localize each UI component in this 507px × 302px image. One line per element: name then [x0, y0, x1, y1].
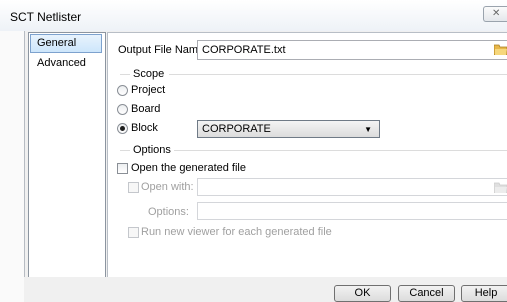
- options-divider-left: [120, 150, 130, 151]
- options-divider-right: [174, 150, 507, 151]
- scope-block-label[interactable]: Block: [131, 122, 158, 134]
- cancel-button[interactable]: Cancel: [398, 285, 455, 302]
- title-bar: SCT Netlister ✕: [0, 0, 507, 32]
- scope-board-label[interactable]: Board: [131, 103, 160, 115]
- scope-legend: Scope: [133, 68, 165, 80]
- output-file-input[interactable]: CORPORATE.txt: [197, 40, 507, 60]
- general-panel: Output File Name: CORPORATE.txt Scope Pr…: [107, 32, 507, 278]
- chevron-down-icon: ▼: [364, 125, 372, 134]
- open-with-label: Open with:: [141, 181, 194, 193]
- radio-selected-dot: [120, 126, 125, 131]
- open-with-input[interactable]: [197, 178, 507, 196]
- scope-project-radio[interactable]: [117, 85, 128, 96]
- settings-nav: General Advanced: [28, 32, 106, 279]
- output-file-label: Output File Name:: [118, 44, 208, 56]
- block-select[interactable]: CORPORATE ▼: [197, 120, 380, 138]
- run-new-viewer-label: Run new viewer for each generated file: [141, 226, 332, 238]
- ok-button[interactable]: OK: [334, 285, 391, 302]
- browse-viewer-folder-icon[interactable]: [494, 182, 507, 193]
- options-legend: Options: [133, 144, 171, 156]
- open-with-checkbox[interactable]: [128, 182, 139, 193]
- open-generated-label[interactable]: Open the generated file: [131, 162, 246, 174]
- open-generated-checkbox[interactable]: [117, 163, 128, 174]
- scope-divider-left: [120, 74, 130, 75]
- viewer-options-label: Options:: [148, 206, 189, 218]
- viewer-options-input[interactable]: [197, 202, 507, 220]
- run-new-viewer-checkbox[interactable]: [128, 227, 139, 238]
- scope-block-radio[interactable]: [117, 123, 128, 134]
- scope-project-label[interactable]: Project: [131, 84, 165, 96]
- close-icon: ✕: [492, 8, 501, 19]
- browse-folder-icon[interactable]: [494, 44, 507, 55]
- window-title: SCT Netlister: [10, 10, 82, 24]
- help-button[interactable]: Help: [461, 285, 507, 302]
- nav-item-general[interactable]: General: [30, 34, 102, 53]
- scope-divider-right: [169, 74, 507, 75]
- background-strip: [0, 31, 24, 302]
- scope-board-radio[interactable]: [117, 104, 128, 115]
- nav-item-advanced[interactable]: Advanced: [30, 54, 102, 73]
- close-button[interactable]: ✕: [483, 6, 507, 22]
